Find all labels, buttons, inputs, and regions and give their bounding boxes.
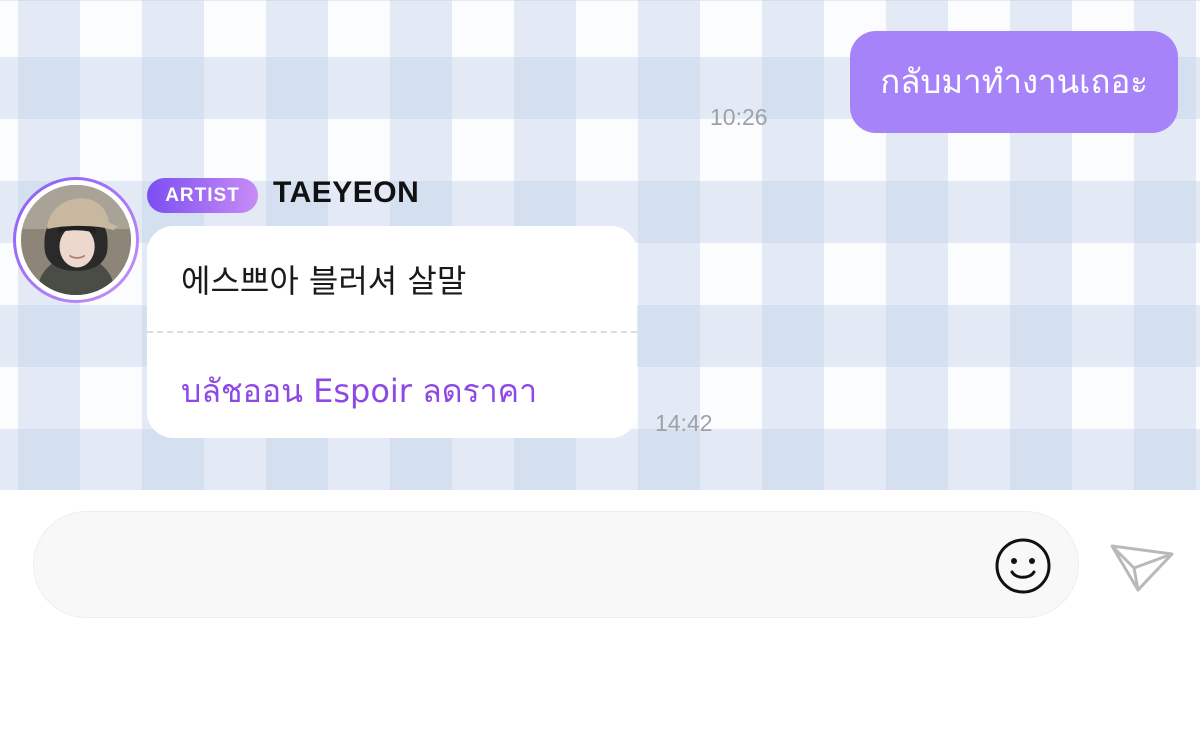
avatar-photo [21, 185, 131, 295]
outgoing-message-time: 10:26 [710, 104, 768, 130]
smiley-icon[interactable] [994, 537, 1052, 595]
incoming-message-text: 에스쁘아 블러셔 살말 [181, 262, 467, 300]
avatar-portrait-icon [21, 185, 131, 295]
outgoing-message-bubble[interactable]: กลับมาทำงานเถอะ [850, 31, 1178, 133]
incoming-message-bubble[interactable]: 에스쁘아 블러셔 살말 บลัชออน Espoir ลดราคา [147, 226, 637, 438]
artist-avatar[interactable] [13, 177, 139, 303]
artist-badge: ARTIST [147, 178, 258, 213]
message-input-container[interactable] [33, 511, 1079, 618]
message-composer [0, 490, 1200, 733]
paper-plane-icon[interactable] [1108, 538, 1178, 594]
incoming-message-time: 14:42 [655, 410, 713, 436]
outgoing-message-text: กลับมาทำงานเถอะ [880, 62, 1148, 101]
chat-area[interactable]: กลับมาทำงานเถอะ 10:26 ARTIST TAEYEON 에스쁘… [0, 0, 1200, 490]
sender-name[interactable]: TAEYEON [273, 176, 419, 210]
message-input[interactable] [74, 532, 978, 598]
translation-text[interactable]: บลัชออน Espoir ลดราคา [181, 366, 537, 417]
translation-divider [147, 331, 637, 333]
